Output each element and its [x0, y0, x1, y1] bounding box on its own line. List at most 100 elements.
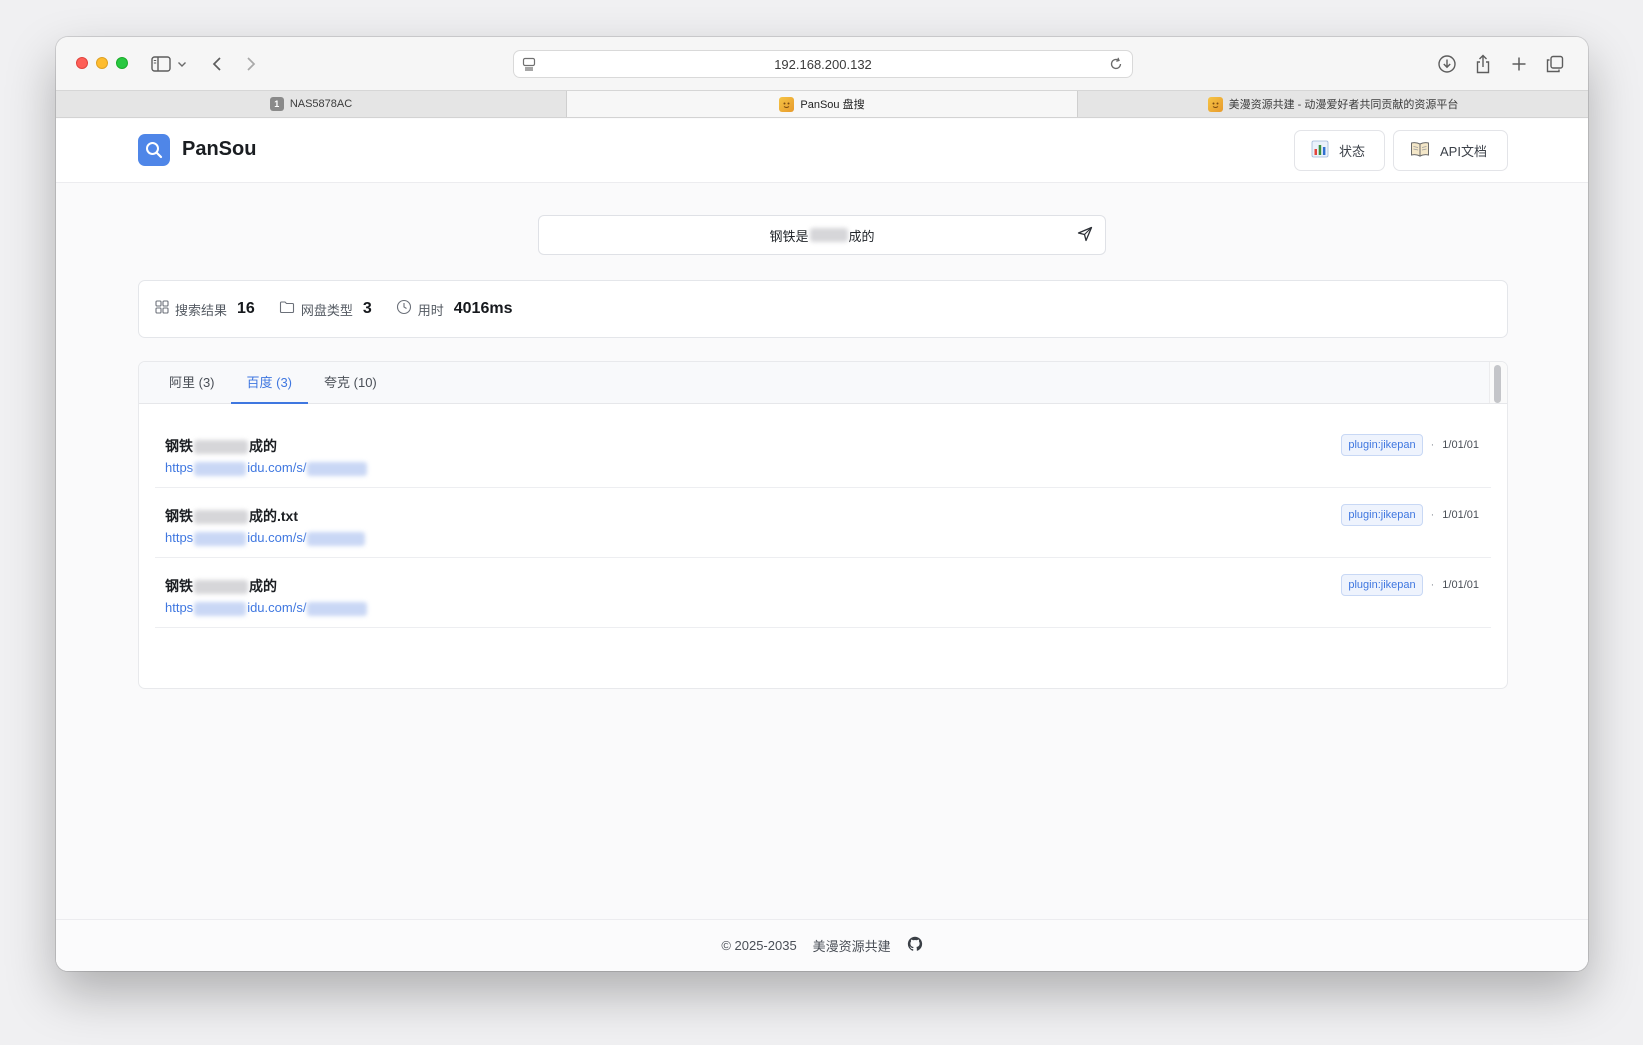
- browser-tab-meiman[interactable]: 美漫资源共建 - 动漫爱好者共同贡献的资源平台: [1078, 91, 1588, 117]
- tab-label: NAS5878AC: [289, 98, 353, 110]
- tab-favicon-icon: 1: [269, 97, 284, 111]
- meta-separator: ·: [1430, 509, 1435, 521]
- result-link[interactable]: https idu.com/s/: [165, 460, 368, 476]
- result-link[interactable]: https idu.com/s/: [165, 600, 368, 616]
- github-icon[interactable]: [907, 936, 923, 955]
- api-docs-label: API文档: [1440, 144, 1487, 159]
- copyright-text: © 2025-2035: [721, 938, 797, 953]
- stat-disk-types: 网盘类型 3: [279, 300, 372, 319]
- api-docs-button[interactable]: API文档: [1393, 130, 1508, 171]
- results-panel: 阿里 (3) 百度 (3) 夸克 (10) 钢铁 成的 https idu.com/…: [138, 361, 1508, 689]
- result-item: 钢铁 成的 https idu.com/s/ plugin:jikepan · 1/…: [155, 418, 1491, 488]
- result-title[interactable]: 钢铁 成的: [165, 576, 277, 596]
- clock-icon: [396, 299, 412, 320]
- result-link-mid: idu.com/s/: [247, 460, 307, 475]
- redacted-text: [307, 601, 368, 616]
- result-link-start: https: [165, 600, 194, 615]
- result-title-end: 成的.txt: [249, 508, 298, 524]
- browser-tab-bar: 1 NAS5878AC PanSou 盘搜 美漫资源共建 - 动漫爱好者共同贡献…: [56, 90, 1588, 118]
- bar-chart-icon: [1311, 140, 1329, 161]
- tabs-scrollbar[interactable]: [1489, 362, 1507, 403]
- result-item: 钢铁 成的 https idu.com/s/ plugin:jikepan · 1/…: [155, 558, 1491, 628]
- stat-time-value: 4016ms: [453, 300, 513, 317]
- result-link-start: https: [165, 460, 194, 475]
- result-title-start: 钢铁: [165, 438, 193, 454]
- site-footer: © 2025-2035 美漫资源共建: [56, 919, 1588, 971]
- sidebar-toggle-icon[interactable]: [148, 51, 174, 77]
- reload-icon[interactable]: [1108, 56, 1124, 75]
- address-text: 192.168.200.132: [774, 56, 872, 72]
- tab-overview-icon[interactable]: [1542, 51, 1568, 77]
- result-meta: plugin:jikepan · 1/01/01: [1341, 504, 1479, 526]
- search-query-end: 成的: [848, 228, 875, 244]
- footer-site-link[interactable]: 美漫资源共建: [813, 936, 891, 955]
- plugin-tag: plugin:jikepan: [1341, 574, 1423, 596]
- stat-results-value: 16: [237, 300, 255, 317]
- folder-icon: [279, 300, 295, 319]
- result-title-start: 钢铁: [165, 508, 193, 524]
- status-label: 状态: [1339, 144, 1366, 159]
- downloads-icon[interactable]: [1434, 51, 1460, 77]
- stat-time: 用时 4016ms: [396, 299, 513, 320]
- brand-name[interactable]: PanSou: [182, 138, 256, 161]
- stat-time-label: 用时: [417, 302, 444, 318]
- stat-types-value: 3: [362, 300, 372, 317]
- disk-type-tabs: 阿里 (3) 百度 (3) 夸克 (10): [139, 362, 1507, 404]
- redacted-text: [194, 461, 247, 476]
- close-window-button[interactable]: [76, 57, 88, 69]
- result-title[interactable]: 钢铁 成的: [165, 436, 277, 456]
- redacted-text: [307, 461, 368, 476]
- search-logo-icon[interactable]: [138, 134, 170, 166]
- tab-aliyun[interactable]: 阿里 (3): [153, 372, 231, 403]
- address-bar[interactable]: 192.168.200.132: [513, 50, 1133, 78]
- browser-tab-nas[interactable]: 1 NAS5878AC: [56, 91, 567, 117]
- redacted-text: [194, 580, 248, 595]
- tab-baidu[interactable]: 百度 (3): [230, 372, 309, 404]
- tab-label: 美漫资源共建 - 动漫爱好者共同贡献的资源平台: [1228, 99, 1459, 111]
- result-meta: plugin:jikepan · 1/01/01: [1341, 434, 1479, 456]
- tab-label: PanSou 盘搜: [800, 99, 865, 111]
- share-icon[interactable]: [1470, 51, 1496, 77]
- result-date: 1/01/01: [1442, 439, 1479, 451]
- result-title-end: 成的: [249, 578, 277, 594]
- search-query-start: 钢铁是: [769, 228, 809, 244]
- redacted-text: [194, 531, 247, 546]
- result-title[interactable]: 钢铁 成的.txt: [165, 506, 298, 526]
- open-book-icon: [1410, 141, 1430, 160]
- grid-icon: [155, 299, 169, 319]
- tab-quark[interactable]: 夸克 (10): [308, 372, 393, 403]
- window-controls: [76, 57, 128, 69]
- result-item: 钢铁 成的.txt https idu.com/s/ plugin:jikepan …: [155, 488, 1491, 558]
- result-link[interactable]: https idu.com/s/: [165, 530, 366, 546]
- redacted-text: [307, 531, 366, 546]
- stat-types-label: 网盘类型: [300, 302, 353, 318]
- result-date: 1/01/01: [1442, 579, 1479, 591]
- page-content: PanSou 状态 API文档 钢铁是 成的 搜索结果 16 网盘类型 3 用时…: [56, 119, 1588, 971]
- forward-arrow-icon[interactable]: [238, 51, 264, 77]
- stat-results-label: 搜索结果: [175, 302, 228, 318]
- result-link-mid: idu.com/s/: [247, 600, 307, 615]
- meta-separator: ·: [1430, 439, 1435, 451]
- browser-window: 192.168.200.132 1 NAS5878AC PanSou 盘搜 美漫…: [56, 37, 1588, 971]
- browser-tab-pansou[interactable]: PanSou 盘搜: [567, 91, 1078, 117]
- result-link-mid: idu.com/s/: [247, 530, 307, 545]
- page-settings-icon[interactable]: [522, 57, 536, 74]
- scrollbar-thumb[interactable]: [1494, 365, 1501, 403]
- mascot-favicon-icon: [1207, 96, 1223, 112]
- result-title-start: 钢铁: [165, 578, 193, 594]
- send-search-icon[interactable]: [1077, 226, 1093, 245]
- maximize-window-button[interactable]: [116, 57, 128, 69]
- plugin-tag: plugin:jikepan: [1341, 434, 1423, 456]
- result-title-end: 成的: [249, 438, 277, 454]
- back-arrow-icon[interactable]: [204, 51, 230, 77]
- mascot-favicon-icon: [779, 96, 795, 112]
- chevron-down-icon[interactable]: [174, 51, 190, 77]
- status-button[interactable]: 状态: [1294, 130, 1385, 171]
- browser-toolbar: 192.168.200.132: [56, 37, 1588, 90]
- meta-separator: ·: [1430, 579, 1435, 591]
- search-input[interactable]: 钢铁是 成的: [538, 215, 1106, 255]
- minimize-window-button[interactable]: [96, 57, 108, 69]
- new-tab-icon[interactable]: [1506, 51, 1532, 77]
- plugin-tag: plugin:jikepan: [1341, 504, 1423, 526]
- redacted-text: [809, 228, 848, 242]
